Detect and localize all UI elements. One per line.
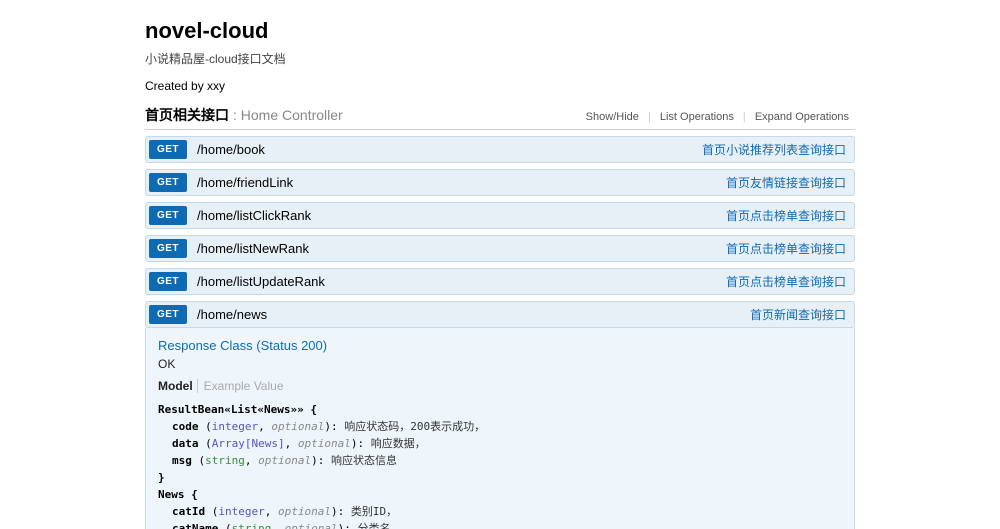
operation-row[interactable]: GET/home/friendLink 首页友情链接查询接口 xyxy=(145,169,855,196)
model-root-name: ResultBean«List«News»» { xyxy=(158,401,842,418)
model-field: data (Array[News], optional): 响应数据， xyxy=(158,435,842,452)
http-method-badge: GET xyxy=(149,140,187,159)
action-show-hide[interactable]: Show/Hide xyxy=(580,111,645,123)
separator: | xyxy=(743,111,746,123)
endpoint-path: /home/listClickRank xyxy=(197,208,311,223)
operation-row[interactable]: GET/home/book 首页小说推荐列表查询接口 xyxy=(145,136,855,163)
model-field: msg (string, optional): 响应状态信息 xyxy=(158,452,842,469)
response-ok: OK xyxy=(158,357,842,371)
operation-row[interactable]: GET/home/news 首页新闻查询接口 xyxy=(145,301,855,328)
model-child-name: News { xyxy=(158,486,842,503)
http-method-badge: GET xyxy=(149,272,187,291)
operations-list: GET/home/book 首页小说推荐列表查询接口 GET/home/friend… xyxy=(145,136,855,529)
model-field: code (integer, optional): 响应状态码，200表示成功， xyxy=(158,418,842,435)
section-actions: Show/Hide | List Operations | Expand Ope… xyxy=(580,111,855,123)
model-schema: ResultBean«List«News»» {code (integer, o… xyxy=(158,401,842,529)
operation-row[interactable]: GET/home/listNewRank 首页点击榜单查询接口 xyxy=(145,235,855,262)
tab-example-value[interactable]: Example Value xyxy=(197,379,288,393)
separator: | xyxy=(648,111,651,123)
endpoint-path: /home/book xyxy=(197,142,265,157)
endpoint-description: 首页新闻查询接口 xyxy=(750,306,846,323)
response-class-label: Response Class (Status 200) xyxy=(158,338,842,353)
response-tabs: ModelExample Value xyxy=(158,379,842,393)
section-desc: : Home Controller xyxy=(233,107,343,123)
action-list-ops[interactable]: List Operations xyxy=(654,111,740,123)
model-close-brace: } xyxy=(158,469,842,486)
created-by: Created by xxy xyxy=(145,79,855,93)
model-field: catId (integer, optional): 类别ID， xyxy=(158,503,842,520)
endpoint-description: 首页小说推荐列表查询接口 xyxy=(702,141,846,158)
endpoint-path: /home/news xyxy=(197,307,267,322)
endpoint-description: 首页友情链接查询接口 xyxy=(726,174,846,191)
page-subtitle: 小说精品屋-cloud接口文档 xyxy=(145,50,855,67)
operation-row[interactable]: GET/home/listUpdateRank 首页点击榜单查询接口 xyxy=(145,268,855,295)
endpoint-path: /home/friendLink xyxy=(197,175,293,190)
http-method-badge: GET xyxy=(149,173,187,192)
section-name[interactable]: 首页相关接口 xyxy=(145,105,229,125)
http-method-badge: GET xyxy=(149,239,187,258)
section-header: 首页相关接口 : Home Controller Show/Hide | Lis… xyxy=(145,105,855,130)
action-expand-ops[interactable]: Expand Operations xyxy=(749,111,855,123)
operation-row[interactable]: GET/home/listClickRank 首页点击榜单查询接口 xyxy=(145,202,855,229)
endpoint-path: /home/listUpdateRank xyxy=(197,274,325,289)
http-method-badge: GET xyxy=(149,206,187,225)
endpoint-description: 首页点击榜单查询接口 xyxy=(726,207,846,224)
endpoint-description: 首页点击榜单查询接口 xyxy=(726,240,846,257)
endpoint-path: /home/listNewRank xyxy=(197,241,309,256)
http-method-badge: GET xyxy=(149,305,187,324)
page-title: novel-cloud xyxy=(145,18,855,44)
endpoint-description: 首页点击榜单查询接口 xyxy=(726,273,846,290)
operation-detail-panel: Response Class (Status 200) OK ModelExampl… xyxy=(145,328,855,529)
tab-model[interactable]: Model xyxy=(158,379,197,393)
model-field: catName (string, optional): 分类名， xyxy=(158,520,842,529)
